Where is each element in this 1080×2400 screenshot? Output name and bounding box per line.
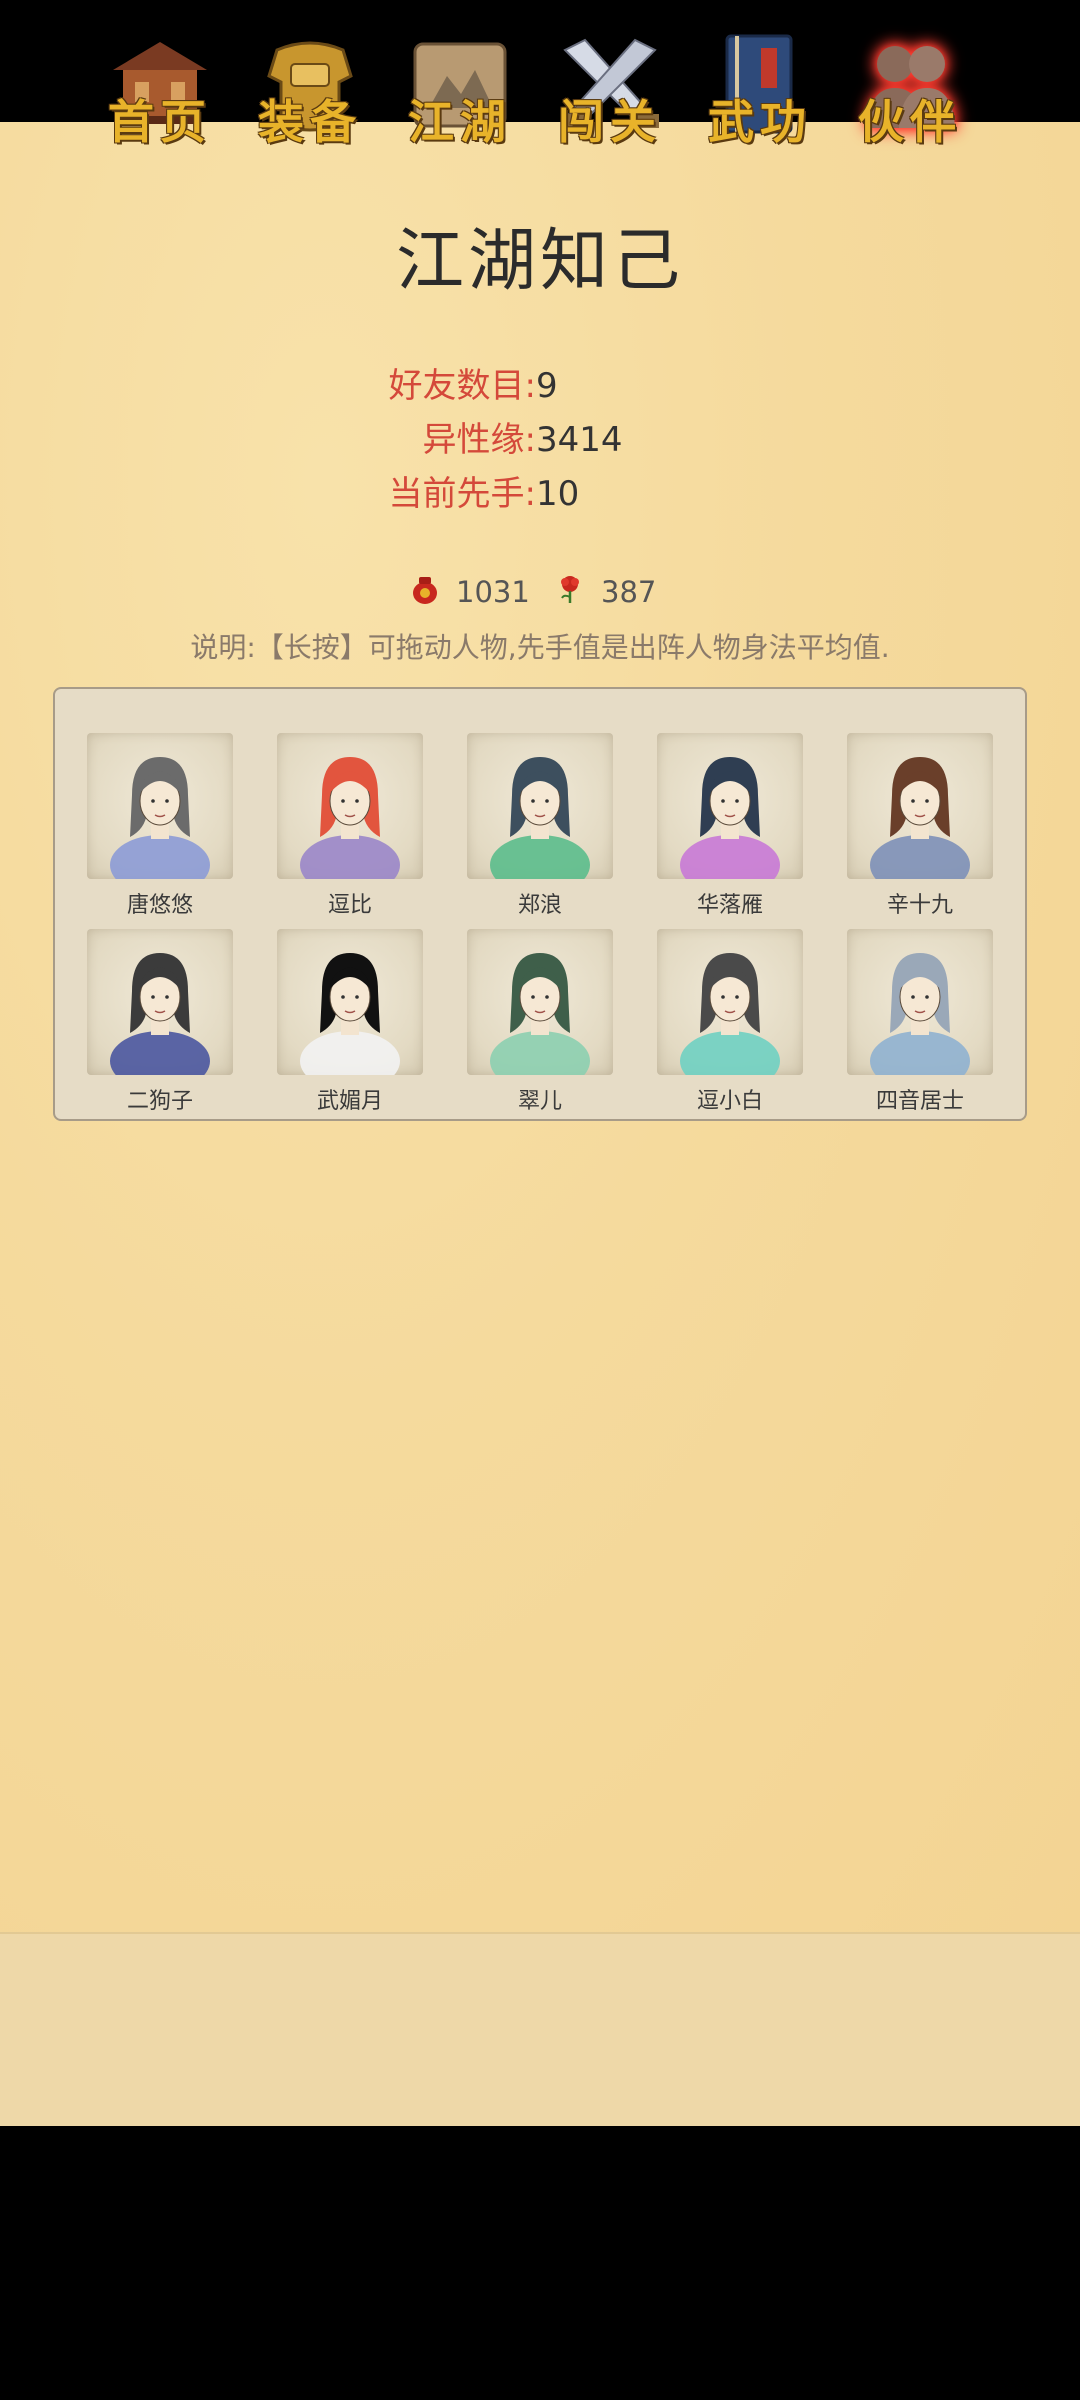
companion-card[interactable]: 唐悠悠 [87, 733, 237, 918]
nav-button-4[interactable]: 闯关 [545, 30, 675, 160]
stat-romance: 异性缘:3414 [236, 415, 623, 465]
companion-card[interactable]: 华落雁 [657, 733, 807, 918]
character-name: 逗小白 [696, 1089, 763, 1114]
nav-label: 装备 [258, 95, 362, 149]
nav-label: 伙伴 [858, 95, 962, 149]
companion-card[interactable]: 逗小白 [657, 929, 807, 1114]
companion-card[interactable]: 四音居士 [847, 929, 997, 1114]
character-portrait [657, 929, 803, 1075]
companion-card[interactable]: 武媚月 [277, 929, 427, 1114]
stat-value: 9 [536, 366, 558, 406]
character-portrait [467, 733, 613, 879]
character-portrait [847, 733, 993, 879]
resource-pouch: 1031 [410, 572, 530, 612]
bottom-nav-bar [0, 1932, 1080, 2128]
stat-initiative: 当前先手:10 [236, 469, 580, 519]
companion-card[interactable]: 辛十九 [847, 733, 997, 918]
resource-value: 1031 [456, 575, 530, 609]
character-portrait [657, 733, 803, 879]
nav-button-5[interactable]: 武功 [695, 30, 825, 160]
companion-card[interactable]: 翠儿 [467, 929, 617, 1114]
character-name: 郑浪 [517, 893, 562, 918]
character-name: 武媚月 [316, 1089, 383, 1114]
red-pouch-icon [410, 573, 440, 615]
resource-flower: 387 [555, 572, 656, 612]
instruction-note: 说明:【长按】可拖动人物,先手值是出阵人物身法平均值. [190, 631, 890, 664]
companion-card[interactable]: 逗比 [277, 733, 427, 918]
character-portrait [467, 929, 613, 1075]
nav-button-2[interactable]: 装备 [245, 30, 375, 160]
nav-label: 闯关 [558, 95, 662, 149]
system-nav-area [0, 2126, 1080, 2400]
stat-value: 10 [536, 474, 580, 514]
stat-friend-count: 好友数目:9 [236, 361, 558, 411]
stat-label: 当前先手: [388, 474, 536, 514]
stat-label: 好友数目: [388, 366, 536, 406]
character-portrait [277, 929, 423, 1075]
nav-button-6[interactable]: 伙伴 [845, 30, 975, 160]
character-portrait [87, 733, 233, 879]
character-name: 二狗子 [126, 1089, 193, 1114]
character-name: 辛十九 [886, 893, 953, 918]
character-name: 逗比 [327, 893, 372, 918]
nav-label: 武功 [708, 95, 812, 149]
nav-button-1[interactable]: 首页 [95, 30, 225, 160]
red-flower-icon [555, 573, 585, 615]
stat-label: 异性缘: [422, 420, 536, 460]
character-portrait [87, 929, 233, 1075]
resource-value: 387 [601, 575, 657, 609]
nav-label: 首页 [108, 95, 212, 149]
character-name: 四音居士 [875, 1089, 964, 1114]
page-title: 江湖知己 [395, 222, 684, 301]
nav-label: 江湖 [408, 95, 512, 149]
stat-value: 3414 [536, 420, 623, 460]
character-portrait [277, 733, 423, 879]
character-name: 华落雁 [696, 893, 763, 918]
character-portrait [847, 929, 993, 1075]
character-name: 翠儿 [517, 1089, 562, 1114]
nav-button-3[interactable]: 江湖 [395, 30, 525, 160]
companion-card[interactable]: 郑浪 [467, 733, 617, 918]
character-name: 唐悠悠 [126, 893, 193, 918]
companion-card[interactable]: 二狗子 [87, 929, 237, 1114]
